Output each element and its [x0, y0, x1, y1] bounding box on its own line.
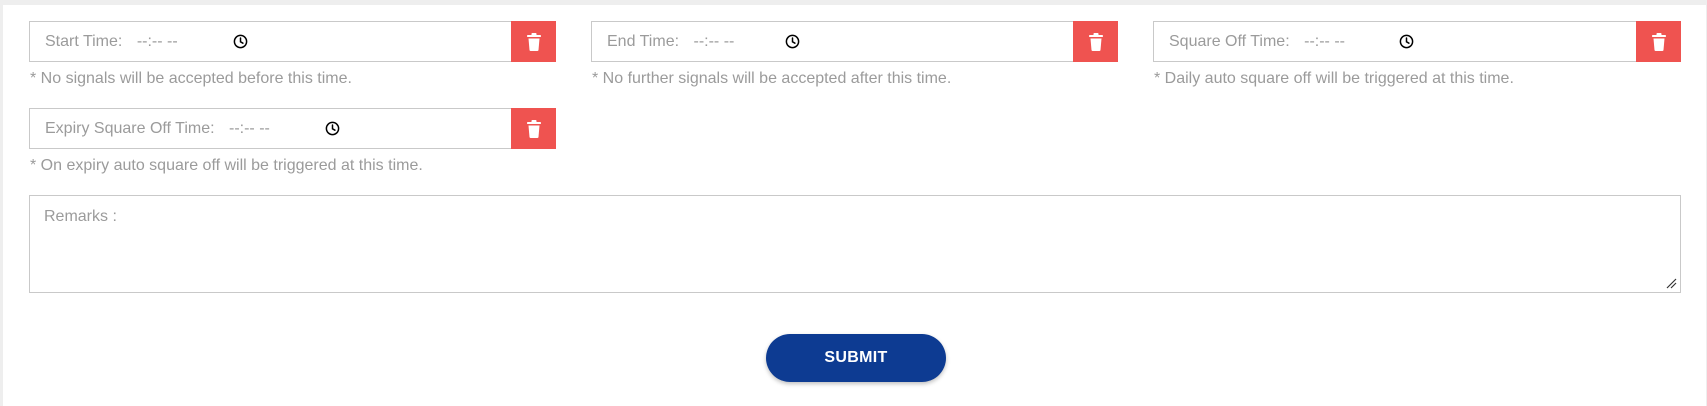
clock-icon[interactable] [325, 121, 340, 136]
expiry-square-off-time-label-wrap: Expiry Square Off Time: --:-- -- [45, 109, 270, 148]
expiry-square-off-time-field[interactable]: Expiry Square Off Time: --:-- -- [29, 108, 556, 149]
delete-start-time-button[interactable] [511, 21, 556, 62]
start-time-field[interactable]: Start Time: --:-- -- [29, 21, 556, 62]
end-time-label: End Time: [607, 33, 680, 50]
resize-handle-icon[interactable] [1665, 277, 1677, 289]
end-time-value[interactable]: --:-- -- [693, 33, 734, 50]
expiry-square-off-time-value[interactable]: --:-- -- [229, 120, 270, 137]
delete-square-off-time-button[interactable] [1636, 21, 1681, 62]
delete-end-time-button[interactable] [1073, 21, 1118, 62]
trash-icon [1651, 32, 1666, 51]
clock-icon[interactable] [785, 34, 800, 49]
clock-icon[interactable] [233, 34, 248, 49]
start-time-label: Start Time: [45, 33, 123, 50]
expiry-square-off-time-hint: * On expiry auto square off will be trig… [30, 157, 423, 174]
square-off-time-hint: * Daily auto square off will be triggere… [1154, 70, 1514, 87]
remarks-placeholder: Remarks : [44, 208, 117, 225]
clock-icon[interactable] [1399, 34, 1414, 49]
trash-icon [1088, 32, 1103, 51]
square-off-time-value[interactable]: --:-- -- [1304, 33, 1345, 50]
end-time-hint: * No further signals will be accepted af… [592, 70, 952, 87]
square-off-time-label-wrap: Square Off Time: --:-- -- [1169, 22, 1345, 61]
end-time-field[interactable]: End Time: --:-- -- [591, 21, 1118, 62]
remarks-textarea[interactable]: Remarks : [29, 195, 1681, 293]
time-settings-card: Start Time: --:-- -- * No signals will b… [3, 5, 1706, 406]
submit-button[interactable]: SUBMIT [766, 334, 946, 382]
start-time-value[interactable]: --:-- -- [137, 33, 178, 50]
trash-icon [526, 119, 541, 138]
square-off-time-field[interactable]: Square Off Time: --:-- -- [1153, 21, 1681, 62]
end-time-label-wrap: End Time: --:-- -- [607, 22, 734, 61]
start-time-label-wrap: Start Time: --:-- -- [45, 22, 178, 61]
trash-icon [526, 32, 541, 51]
square-off-time-label: Square Off Time: [1169, 33, 1290, 50]
start-time-hint: * No signals will be accepted before thi… [30, 70, 352, 87]
delete-expiry-square-off-time-button[interactable] [511, 108, 556, 149]
expiry-square-off-time-label: Expiry Square Off Time: [45, 120, 215, 137]
